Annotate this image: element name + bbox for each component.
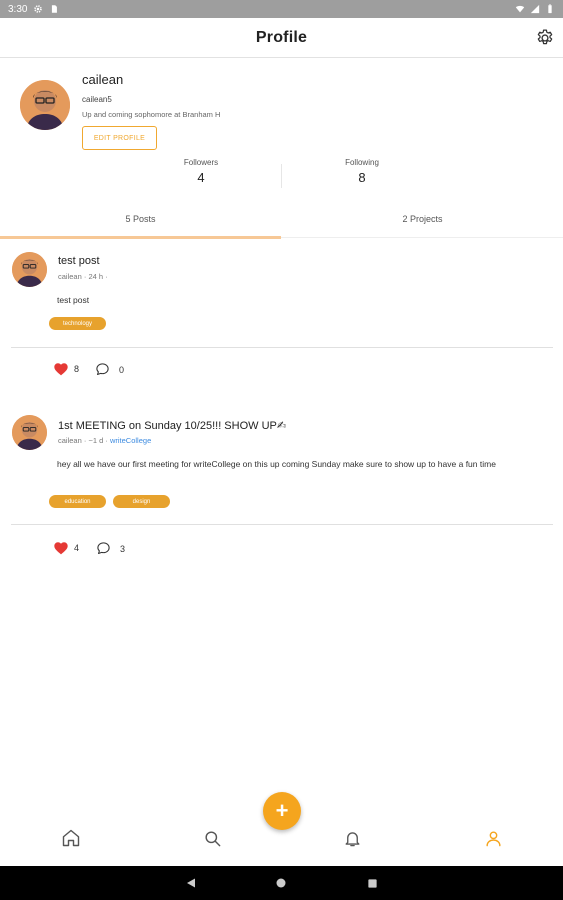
- stats-divider: [281, 164, 282, 188]
- heart-icon: [54, 542, 68, 555]
- post-body: hey all we have our first meeting for wr…: [57, 459, 496, 469]
- avatar[interactable]: [20, 80, 70, 130]
- home-button[interactable]: [274, 876, 288, 890]
- plus-icon: +: [275, 798, 289, 823]
- app-bar: Profile: [0, 18, 563, 58]
- followers-label: Followers: [183, 158, 219, 167]
- post-meta: cailean · ~1 d · writeCollege: [58, 436, 151, 445]
- like-count: 8: [74, 364, 80, 374]
- recents-button[interactable]: [365, 876, 379, 890]
- profile-username: cailean5: [82, 95, 112, 104]
- comment-count: 0: [119, 364, 125, 375]
- post-body: test post: [57, 295, 90, 305]
- nav-home[interactable]: [59, 826, 83, 850]
- post-title[interactable]: test post: [58, 255, 100, 267]
- page-title: Profile: [255, 28, 308, 46]
- avatar-photo: [12, 415, 47, 450]
- like-button[interactable]: 8: [53, 362, 79, 376]
- status-time: 3:30: [8, 3, 28, 15]
- tag-technology[interactable]: technology: [49, 317, 106, 330]
- profile-stats: Followers 4 Following 8: [0, 158, 563, 194]
- person-icon: [485, 830, 501, 846]
- meta-separator: ·: [105, 272, 108, 281]
- back-button[interactable]: [184, 876, 198, 890]
- following-stat[interactable]: Following 8: [312, 158, 412, 185]
- nav-profile[interactable]: [481, 826, 505, 850]
- tab-projects[interactable]: 2 Projects: [282, 200, 563, 238]
- post-time: 24 h: [88, 272, 104, 281]
- followers-stat[interactable]: Followers 4: [151, 158, 251, 185]
- following-label: Following: [345, 158, 379, 167]
- nav-notifications[interactable]: [340, 826, 364, 850]
- tag-design[interactable]: design: [113, 495, 170, 508]
- gear-icon: [34, 5, 43, 13]
- gear-icon: [537, 29, 553, 45]
- avatar[interactable]: [12, 415, 47, 450]
- back-triangle-icon: [187, 878, 195, 888]
- battery-icon: [548, 4, 552, 14]
- profile-bio: Up and coming sophomore at Branham H: [82, 110, 221, 119]
- post-author[interactable]: cailean: [58, 436, 82, 445]
- comment-icon: [96, 363, 109, 376]
- profile-name: cailean: [82, 72, 124, 87]
- post-card[interactable]: test post cailean · 24 h · test post tec…: [0, 240, 563, 390]
- home-icon: [62, 829, 80, 847]
- tag-education[interactable]: education: [49, 495, 106, 508]
- avatar-photo: [12, 252, 47, 287]
- bell-icon: [344, 831, 360, 846]
- comment-button[interactable]: 0: [95, 362, 124, 377]
- comment-count: 3: [120, 543, 126, 554]
- followers-count: 4: [197, 170, 205, 185]
- post-author[interactable]: cailean: [58, 272, 82, 281]
- post-divider: [11, 524, 553, 525]
- avatar-photo: [20, 80, 70, 130]
- heart-icon: [54, 363, 68, 376]
- post-group-link[interactable]: writeCollege: [110, 436, 151, 445]
- post-card[interactable]: 1st MEETING on Sunday 10/25!!! SHOW UP✍ …: [0, 400, 563, 570]
- following-count: 8: [358, 170, 366, 185]
- edit-profile-button[interactable]: EDIT PROFILE: [82, 126, 157, 150]
- post-time: ~1 d: [88, 436, 104, 445]
- sd-card-icon: [52, 5, 58, 13]
- tab-posts[interactable]: 5 Posts: [0, 200, 281, 239]
- recents-square-icon: [367, 878, 377, 888]
- post-divider: [11, 347, 553, 348]
- status-bar: 3:30: [0, 0, 563, 18]
- search-icon: [204, 830, 220, 846]
- home-circle-icon: [276, 878, 286, 888]
- profile-header: cailean cailean5 Up and coming sophomore…: [0, 58, 563, 158]
- avatar[interactable]: [12, 252, 47, 287]
- wifi-icon: [515, 5, 525, 13]
- like-button[interactable]: 4: [53, 541, 79, 555]
- profile-tabs: 5 Posts 2 Projects: [0, 200, 563, 239]
- comment-icon: [97, 542, 110, 555]
- settings-button[interactable]: [533, 26, 557, 50]
- nav-search[interactable]: [200, 826, 224, 850]
- new-post-button[interactable]: +: [263, 792, 301, 830]
- post-meta: cailean · 24 h ·: [58, 272, 108, 281]
- comment-button[interactable]: 3: [96, 541, 125, 556]
- signal-icon: [530, 4, 540, 14]
- system-nav-bar: [0, 866, 563, 900]
- post-title[interactable]: 1st MEETING on Sunday 10/25!!! SHOW UP✍: [58, 419, 286, 432]
- like-count: 4: [74, 543, 80, 553]
